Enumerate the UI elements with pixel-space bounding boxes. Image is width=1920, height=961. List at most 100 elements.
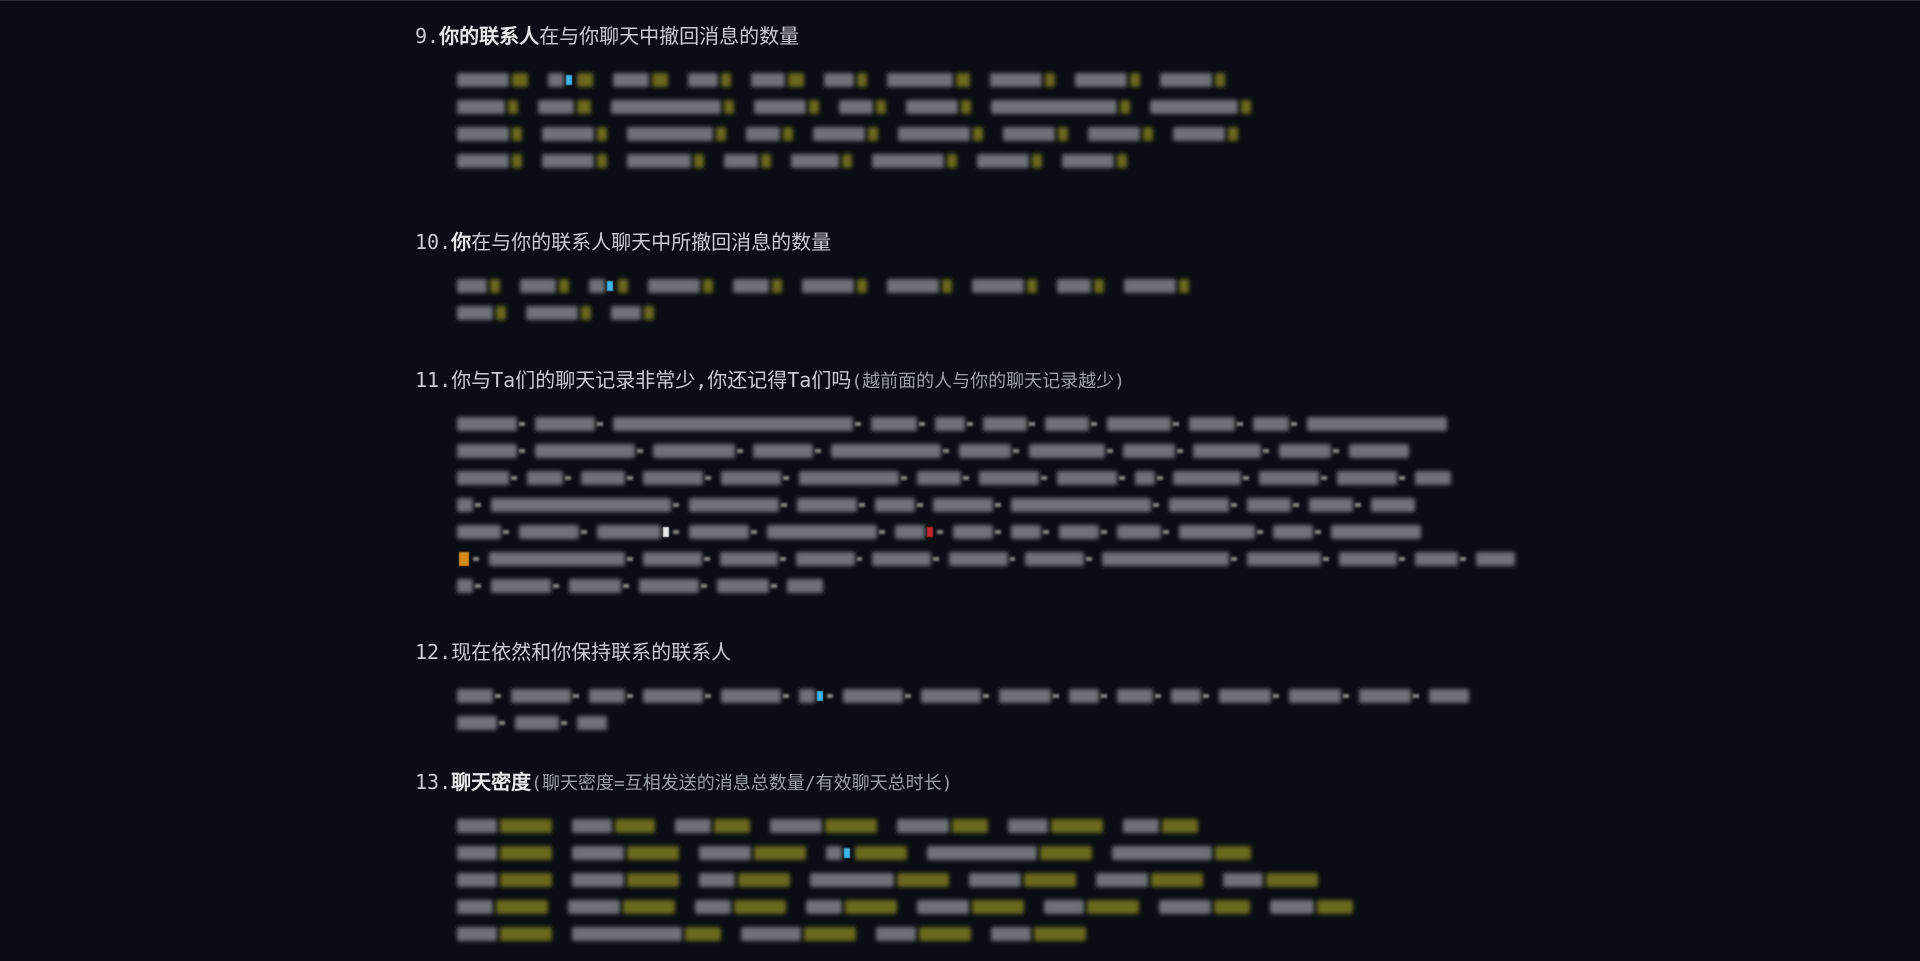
redacted-text: [1003, 126, 1055, 141]
redacted-text: [1429, 688, 1469, 703]
redacted-text: [953, 524, 993, 539]
redacted-entry: [1223, 872, 1318, 887]
separator: [673, 529, 679, 534]
redacted-text: [643, 551, 702, 566]
redacted-text: [508, 99, 518, 114]
redacted-row: [457, 709, 1515, 736]
redacted-text: [857, 72, 867, 87]
redacted-text: [1371, 497, 1415, 512]
redacted-list: [457, 66, 1515, 174]
separator: [1155, 693, 1161, 698]
redacted-text: [917, 470, 961, 485]
separator: [1460, 556, 1466, 561]
redacted-text: [457, 715, 497, 730]
redacted-text: [490, 278, 500, 293]
redacted-text: [754, 99, 806, 114]
redacted-row: [457, 518, 1515, 545]
separator: [627, 693, 633, 698]
redacted-text: [695, 899, 731, 914]
redacted-text: [1057, 278, 1091, 293]
redacted-entry: [1270, 899, 1353, 914]
redacted-text: [515, 715, 559, 730]
section-heading: 11.你与Ta们的聊天记录非常少,你还记得Ta们吗(越前面的人与你的聊天记录越少…: [415, 364, 1515, 396]
redacted-entry: [1150, 99, 1251, 114]
redacted-text: [500, 872, 552, 887]
separator: [1177, 448, 1183, 453]
redacted-text: [810, 872, 894, 887]
separator: [519, 448, 525, 453]
separator: [1163, 529, 1169, 534]
redacted-text: [589, 688, 625, 703]
section-number: 9.: [415, 24, 440, 48]
redacted-text: [921, 688, 981, 703]
redacted-entry: [724, 153, 771, 168]
redacted-text: [457, 99, 505, 114]
separator: [703, 556, 710, 561]
redacted-text: [977, 153, 1029, 168]
redacted-entry: [589, 278, 628, 293]
redacted-entry: [754, 99, 819, 114]
redacted-row: [457, 147, 1515, 174]
separator: [1009, 556, 1016, 561]
redacted-text: [1169, 497, 1229, 512]
section-9: 9.你的联系人在与你聊天中撤回消息的数量: [415, 20, 1515, 226]
redacted-text: [1159, 899, 1211, 914]
redacted-text: [699, 845, 751, 860]
redacted-text: [613, 72, 649, 87]
separator: [1343, 693, 1349, 698]
redacted-text: [1279, 443, 1331, 458]
redacted-text: [844, 847, 850, 858]
redacted-text: [855, 845, 907, 860]
redacted-text: [542, 126, 594, 141]
separator: [472, 556, 479, 561]
separator: [1091, 421, 1097, 426]
redacted-text: [1075, 72, 1127, 87]
redacted-text: [917, 899, 969, 914]
redacted-text: [459, 551, 469, 566]
redacted-text: [872, 551, 932, 566]
redacted-text: [1259, 470, 1319, 485]
redacted-text: [526, 305, 578, 320]
redacted-entry: [675, 818, 750, 833]
redacted-entry: [542, 126, 607, 141]
redacted-text: [577, 715, 607, 730]
redacted-text: [1223, 872, 1263, 887]
separator: [859, 502, 865, 507]
redacted-text: [581, 305, 591, 320]
separator: [511, 475, 517, 480]
redacted-entry: [457, 99, 518, 114]
separator: [933, 556, 939, 561]
redacted-text: [1289, 688, 1341, 703]
separator: [783, 693, 789, 698]
redacted-entry: [1159, 899, 1250, 914]
redacted-text: [787, 578, 823, 593]
redacted-text: [1034, 926, 1086, 941]
redacted-text: [839, 99, 873, 114]
redacted-text: [724, 99, 734, 114]
redacted-text: [887, 72, 953, 87]
separator: [919, 421, 925, 426]
separator: [495, 693, 501, 698]
separator: [1399, 556, 1406, 561]
separator: [1085, 556, 1092, 561]
redacted-text: [972, 899, 1024, 914]
redacted-text: [1069, 688, 1099, 703]
separator: [783, 475, 789, 480]
separator: [856, 556, 863, 561]
redacted-text: [569, 578, 621, 593]
redacted-text: [597, 153, 607, 168]
redacted-entry: [695, 899, 786, 914]
redacted-text: [1179, 278, 1189, 293]
section-10: 10.你在与你的联系人聊天中所撤回消息的数量: [415, 226, 1515, 364]
redacted-text: [1228, 126, 1238, 141]
separator: [1107, 448, 1113, 453]
redacted-text: [961, 99, 971, 114]
redacted-text: [799, 688, 815, 703]
redacted-text: [491, 578, 551, 593]
redacted-text: [615, 818, 655, 833]
redacted-entry: [457, 72, 528, 87]
section-12: 12.现在依然和你保持联系的联系人: [415, 636, 1515, 766]
redacted-text: [457, 872, 497, 887]
redacted-text: [972, 278, 1024, 293]
section-number: 10.: [415, 230, 452, 254]
